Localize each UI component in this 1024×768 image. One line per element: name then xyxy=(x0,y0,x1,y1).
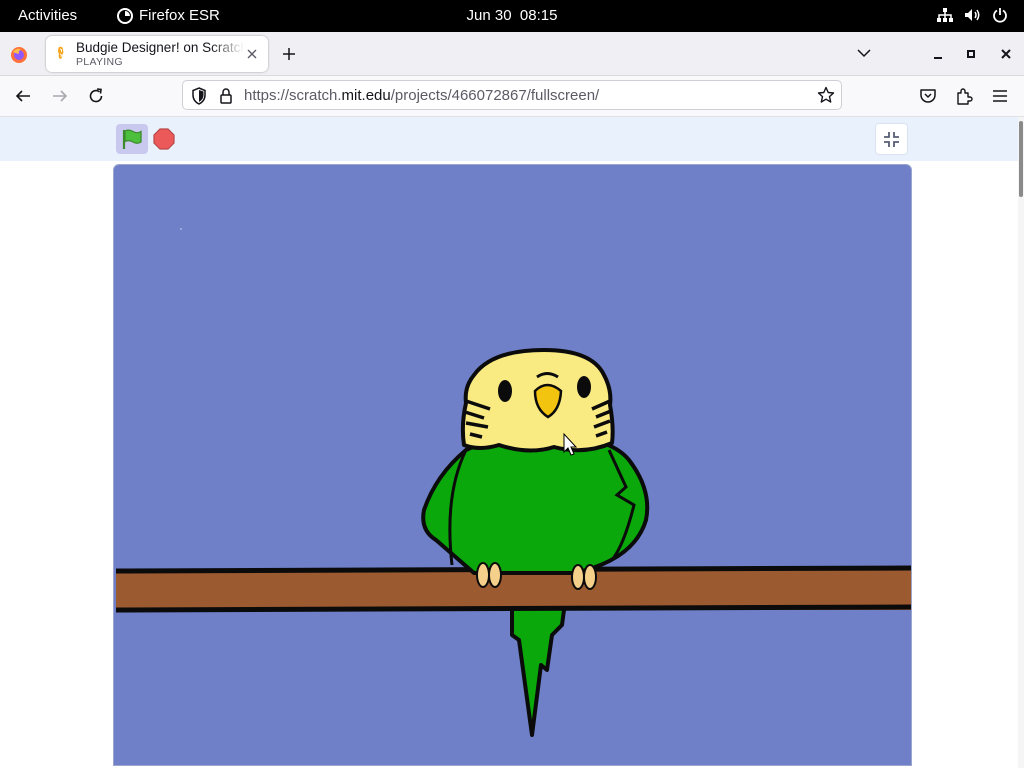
back-icon[interactable] xyxy=(14,87,32,105)
navigation-toolbar: https://scratch.mit.edu/projects/4660728… xyxy=(0,76,1024,117)
budgie-head xyxy=(460,348,615,453)
tab-playing-indicator: PLAYING xyxy=(76,56,123,68)
maximize-window-icon[interactable] xyxy=(963,46,979,62)
pocket-icon[interactable] xyxy=(919,87,937,105)
extensions-icon[interactable] xyxy=(955,87,973,105)
tab-title: Budgie Designer! on Scratch xyxy=(76,40,244,55)
tracking-protection-shield-icon[interactable] xyxy=(191,87,207,105)
exit-fullscreen-icon xyxy=(884,132,899,147)
stage-canvas xyxy=(115,228,911,737)
new-tab-icon[interactable] xyxy=(281,46,297,62)
stop-sign-icon[interactable] xyxy=(153,128,175,150)
close-window-icon[interactable] xyxy=(998,46,1014,62)
green-flag-button[interactable] xyxy=(116,124,148,154)
minimize-window-icon[interactable] xyxy=(930,46,946,62)
system-tray[interactable] xyxy=(936,7,1008,23)
power-icon xyxy=(993,8,1007,23)
list-all-tabs-icon[interactable] xyxy=(856,47,872,59)
exit-fullscreen-button[interactable] xyxy=(875,123,908,155)
reload-icon[interactable] xyxy=(87,87,105,105)
url-domain: mit.edu xyxy=(341,87,391,104)
budgie-tail xyxy=(510,593,568,737)
clock-button[interactable]: Jun 30 08:15 xyxy=(467,7,558,24)
scratch-stage[interactable] xyxy=(113,164,912,766)
tab-budgie-designer[interactable]: Budgie Designer! on Scratch PLAYING xyxy=(46,36,268,72)
firefox-app-icon xyxy=(117,7,133,24)
clock-date: Jun 30 xyxy=(466,7,512,24)
volume-icon xyxy=(965,9,980,21)
address-bar[interactable]: https://scratch.mit.edu/projects/4660728… xyxy=(182,80,842,110)
system-top-bar: Activities Firefox ESR Jun 30 08:15 xyxy=(0,0,1024,32)
app-name: Firefox ESR xyxy=(139,7,220,24)
forward-icon[interactable] xyxy=(51,87,69,105)
url-text: https://scratch.mit.edu/projects/4660728… xyxy=(244,87,599,104)
app-menu-hamburger-icon[interactable] xyxy=(991,87,1009,105)
budgie-right-eye xyxy=(577,376,591,398)
scratch-controls-bar xyxy=(0,117,1018,161)
green-flag-icon xyxy=(122,129,142,149)
activities-button[interactable]: Activities xyxy=(18,7,77,24)
tab-close-icon[interactable] xyxy=(244,46,260,62)
budgie-body xyxy=(421,433,650,575)
scratch-favicon-icon xyxy=(58,46,64,59)
lock-icon[interactable] xyxy=(219,87,233,105)
url-path: /projects/466072867/fullscreen/ xyxy=(390,87,600,104)
app-menu[interactable]: Firefox ESR xyxy=(117,7,220,24)
firefox-view-icon[interactable] xyxy=(10,46,28,64)
clock-time: 08:15 xyxy=(519,7,558,24)
budgie-left-eye xyxy=(498,380,512,402)
page-scrollbar[interactable] xyxy=(1018,117,1024,768)
network-icon xyxy=(937,8,953,22)
bookmark-star-icon[interactable] xyxy=(817,86,835,104)
scrollbar-thumb[interactable] xyxy=(1019,121,1023,197)
url-prefix: https://scratch. xyxy=(244,87,342,104)
tab-strip: Budgie Designer! on Scratch PLAYING xyxy=(0,32,1024,76)
